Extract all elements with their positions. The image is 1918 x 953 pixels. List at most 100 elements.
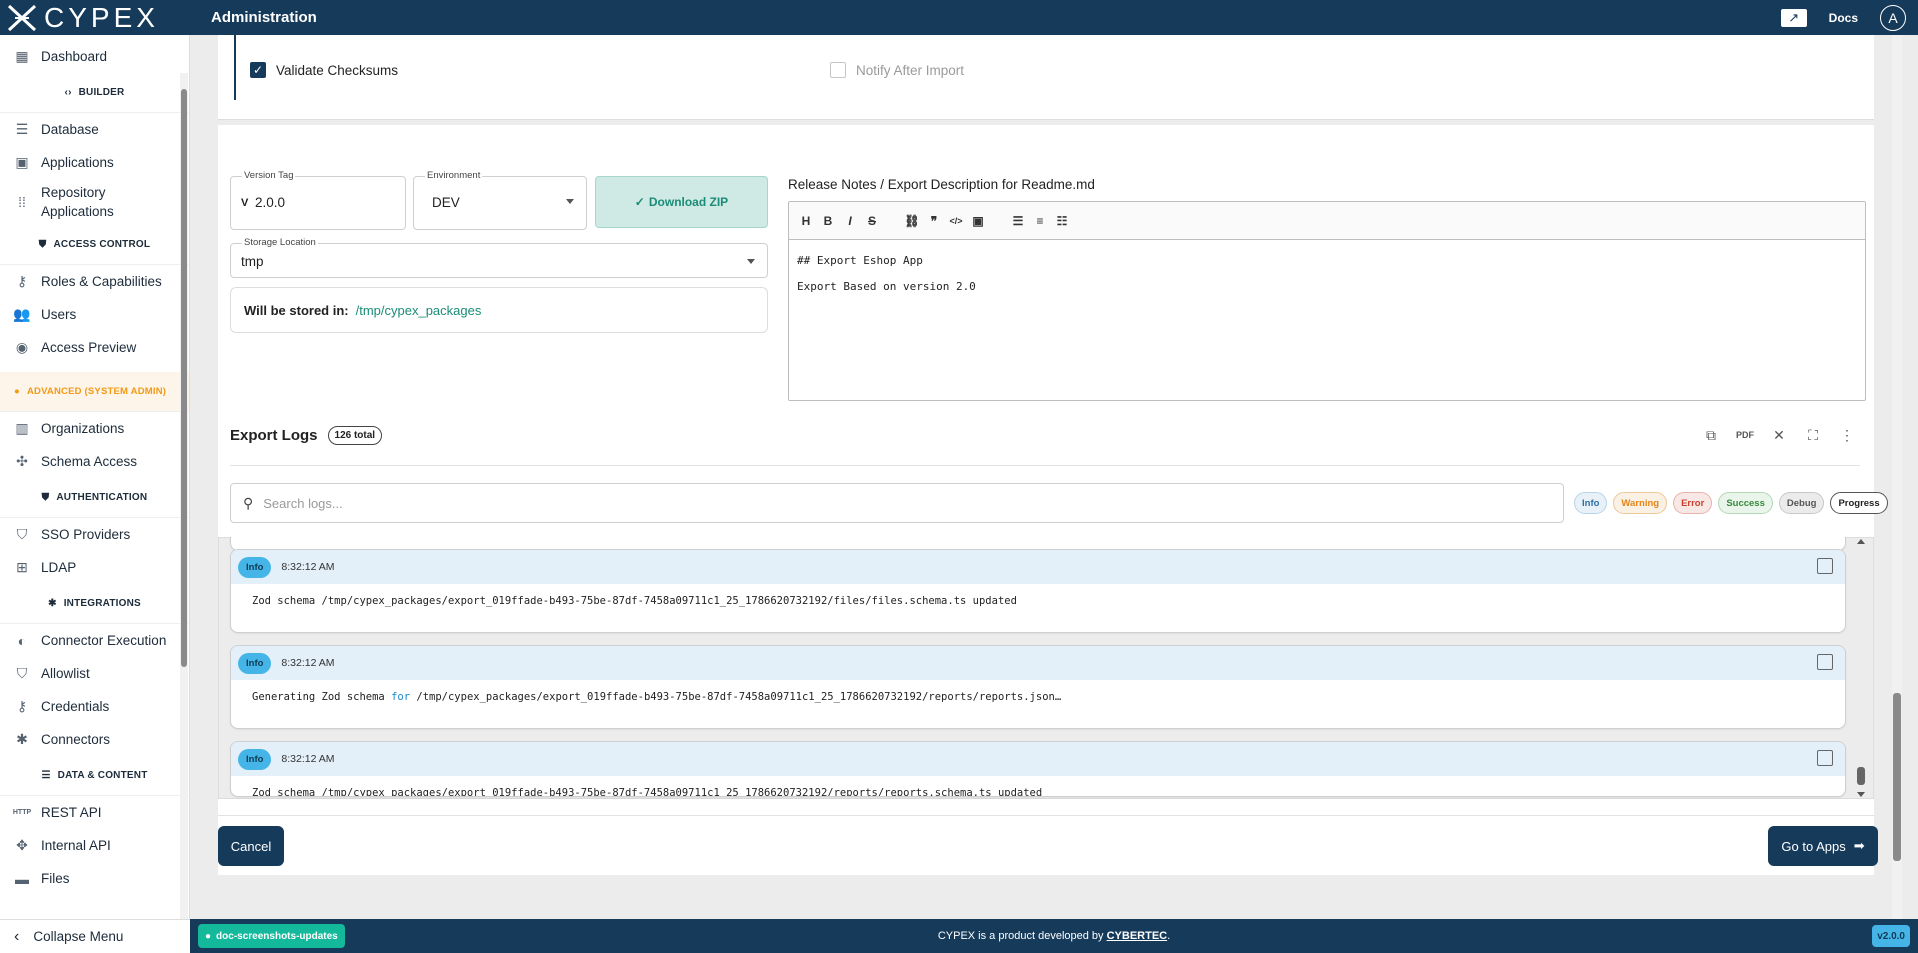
sidebar-item-database[interactable]: ☰ Database (0, 113, 189, 146)
section-access-control: ⛊ ACCESS CONTROL (0, 225, 189, 265)
log-time: 8:32:12 AM (281, 657, 335, 669)
chevron-left-icon: ‹ (14, 927, 20, 945)
copy-icon[interactable] (1817, 558, 1833, 574)
filter-info[interactable]: Info (1574, 492, 1608, 514)
sidebar-scrollbar[interactable] (180, 73, 188, 919)
puzzle-icon: ✣ (16, 453, 28, 469)
sidebar-item-ldap[interactable]: ⊞ LDAP (0, 551, 189, 584)
sidebar-item-files[interactable]: ▬ Files (0, 862, 189, 895)
filter-error[interactable]: Error (1673, 492, 1713, 514)
avatar[interactable]: A (1880, 4, 1906, 31)
download-zip-button[interactable]: ✓ Download ZIP (595, 176, 768, 228)
environment-select[interactable]: Environment DEV (413, 170, 587, 230)
cybertec-link[interactable]: CYBERTEC (1107, 930, 1168, 942)
cypex-logo-mark-icon (7, 4, 37, 31)
log-message: Zod schema /tmp/cypex_packages/export_01… (252, 595, 1017, 607)
copy-icon[interactable] (1817, 654, 1833, 670)
section-authentication: ⛊ AUTHENTICATION (0, 478, 189, 518)
numbered-list-icon[interactable]: ≡ (1031, 211, 1049, 231)
sidebar-item-label: Database (41, 122, 99, 137)
log-level-filters: Info Warning Error Success Debug Progres… (1574, 492, 1888, 514)
release-notes-text[interactable]: ## Export Eshop App Export Based on vers… (789, 240, 1865, 308)
eye-icon: ◉ (15, 339, 29, 355)
shield-icon: ⛉ (16, 526, 28, 542)
notify-after-import-checkbox[interactable]: Notify After Import (830, 62, 964, 78)
copy-icon[interactable] (1817, 750, 1833, 766)
log-scrollbar[interactable] (1856, 537, 1866, 799)
docs-link[interactable]: Docs (1829, 11, 1858, 25)
link-icon[interactable]: ⛓ (903, 211, 921, 231)
copy-icon[interactable]: ⧉ (1702, 426, 1720, 444)
storage-location-select[interactable]: Storage Location tmp (230, 237, 768, 278)
section-data-content: ☰ DATA & CONTENT (0, 756, 189, 796)
task-list-icon[interactable]: ☷ (1053, 211, 1071, 231)
code-icon[interactable]: </> (947, 211, 965, 231)
search-logs-input[interactable]: ⚲ Search logs... (230, 483, 1564, 523)
sidebar-item-roles[interactable]: ⚷ Roles & Capabilities (0, 265, 189, 298)
field-label: Version Tag (242, 170, 296, 181)
sidebar-item-users[interactable]: 👥 Users (0, 298, 189, 331)
image-icon[interactable]: ▣ (969, 211, 987, 231)
sidebar-item-rest-api[interactable]: HTTP REST API (0, 796, 189, 829)
version-tag-field[interactable]: Version Tag V 2.0.0 (230, 170, 406, 230)
share-icon[interactable]: ↗ (1780, 8, 1807, 27)
import-options-card: ✓ Validate Checksums Notify After Import (218, 35, 1874, 120)
sidebar-item-dashboard[interactable]: ▦ Dashboard (0, 40, 189, 73)
checkbox-label: Notify After Import (856, 62, 965, 78)
bold-icon[interactable]: B (819, 211, 837, 231)
storage-path-info: Will be stored in: /tmp/cypex_packages (230, 287, 768, 333)
collapse-menu-button[interactable]: ‹ Collapse Menu (0, 919, 190, 953)
log-entry: Info 8:32:12 AM Generating Zod schema fo… (230, 645, 1846, 729)
validate-checksums-checkbox[interactable]: ✓ Validate Checksums (250, 62, 398, 78)
filter-success[interactable]: Success (1718, 492, 1773, 514)
sidebar-item-connectors[interactable]: ✱ Connectors (0, 723, 189, 756)
sidebar-item-internal-api[interactable]: ✥ Internal API (0, 829, 189, 862)
main-scrollbar[interactable] (1892, 35, 1902, 919)
sidebar-item-label: Connectors (41, 732, 111, 747)
sidebar-item-allowlist[interactable]: ⛉ Allowlist (0, 657, 189, 690)
filter-progress[interactable]: Progress (1830, 492, 1888, 514)
hub-icon: ✱ (48, 598, 57, 609)
heading-icon[interactable]: H (797, 211, 815, 231)
italic-icon[interactable]: I (841, 211, 859, 231)
section-label: ADVANCED (SYSTEM ADMIN) (26, 386, 167, 397)
scroll-down-icon[interactable] (1857, 792, 1865, 797)
filter-debug[interactable]: Debug (1778, 492, 1825, 514)
log-list[interactable]: Info 8:32:12 AM Zod schema /tmp/cypex_pa… (218, 537, 1874, 799)
sidebar: ▦ Dashboard ‹› BUILDER ☰ Database ▣ Appl… (0, 35, 190, 919)
strikethrough-icon[interactable]: S (863, 211, 881, 231)
close-icon[interactable]: ✕ (1770, 426, 1788, 444)
section-label: INTEGRATIONS (63, 598, 141, 609)
sidebar-item-label: Organizations (41, 421, 125, 436)
go-to-apps-button[interactable]: Go to Apps ➡ (1768, 826, 1878, 866)
field-label: Storage Location (242, 237, 318, 248)
logs-total-badge: 126 total (327, 426, 383, 445)
section-label: DATA & CONTENT (57, 770, 148, 781)
download-zip-label: Download ZIP (648, 195, 729, 209)
cancel-button[interactable]: Cancel (218, 826, 284, 866)
sidebar-item-label: Repository Applications (41, 185, 114, 219)
scroll-up-icon[interactable] (1857, 539, 1865, 544)
bullet-list-icon[interactable]: ☰ (1009, 211, 1027, 231)
chevron-down-icon (747, 259, 755, 264)
sidebar-item-schema-access[interactable]: ✣ Schema Access (0, 445, 189, 478)
fullscreen-icon[interactable]: ⛶ (1804, 426, 1822, 444)
quote-icon[interactable]: ❞ (925, 211, 943, 231)
branch-badge[interactable]: ● doc-screenshots-updates (198, 924, 345, 948)
version-tag-input[interactable]: 2.0.0 (255, 195, 285, 210)
sidebar-item-repository-applications[interactable]: ⁞⁞ Repository Applications (0, 179, 189, 225)
section-label: BUILDER (78, 87, 125, 98)
sidebar-item-access-preview[interactable]: ◉ Access Preview (0, 331, 189, 364)
filter-warning[interactable]: Warning (1613, 492, 1668, 514)
version-prefix: V (241, 197, 249, 209)
sidebar-item-connector-execution[interactable]: ◐ Connector Execution (0, 624, 189, 657)
sidebar-item-credentials[interactable]: ⚷ Credentials (0, 690, 189, 723)
more-vert-icon[interactable]: ⋮ (1838, 426, 1856, 444)
sidebar-item-applications[interactable]: ▣ Applications (0, 146, 189, 179)
pdf-icon[interactable]: PDF (1736, 426, 1754, 444)
release-notes-editor[interactable]: H B I S ⛓ ❞ </> ▣ ☰ ≡ ☷ ## Export Eshop … (788, 201, 1866, 401)
cypex-logo[interactable]: CYPEX (0, 0, 193, 35)
sidebar-item-sso-providers[interactable]: ⛉ SSO Providers (0, 518, 189, 551)
sidebar-item-label: Allowlist (41, 666, 90, 681)
sidebar-item-organizations[interactable]: ▥ Organizations (0, 412, 189, 445)
